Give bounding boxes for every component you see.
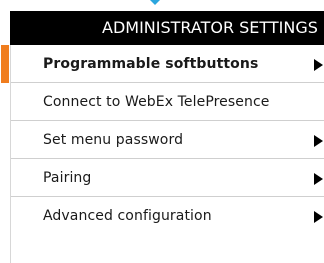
menu-item-connect-webex[interactable]: Connect to WebEx TelePresence [11, 83, 324, 121]
menu-pointer-icon [150, 0, 160, 5]
settings-menu: Programmable softbuttons Connect to WebE… [1, 45, 324, 263]
submenu-arrow-icon [314, 173, 323, 185]
submenu-arrow-icon [314, 211, 323, 223]
menu-item-programmable-softbuttons[interactable]: Programmable softbuttons [1, 45, 324, 83]
menu-item-label: Set menu password [43, 132, 184, 148]
settings-screen: ADMINISTRATOR SETTINGS Programmable soft… [0, 0, 324, 263]
menu-item-label: Advanced configuration [43, 208, 212, 224]
title-bar: ADMINISTRATOR SETTINGS [10, 11, 324, 45]
page-title: ADMINISTRATOR SETTINGS [102, 18, 318, 37]
submenu-arrow-icon [314, 135, 323, 147]
selection-marker [1, 45, 9, 83]
menu-item-set-menu-password[interactable]: Set menu password [11, 121, 324, 159]
menu-item-label: Connect to WebEx TelePresence [43, 94, 270, 110]
menu-item-advanced-configuration[interactable]: Advanced configuration [11, 197, 324, 235]
menu-item-label: Pairing [43, 170, 92, 186]
menu-item-label: Programmable softbuttons [43, 56, 259, 72]
menu-item-pairing[interactable]: Pairing [11, 159, 324, 197]
submenu-arrow-icon [314, 59, 323, 71]
